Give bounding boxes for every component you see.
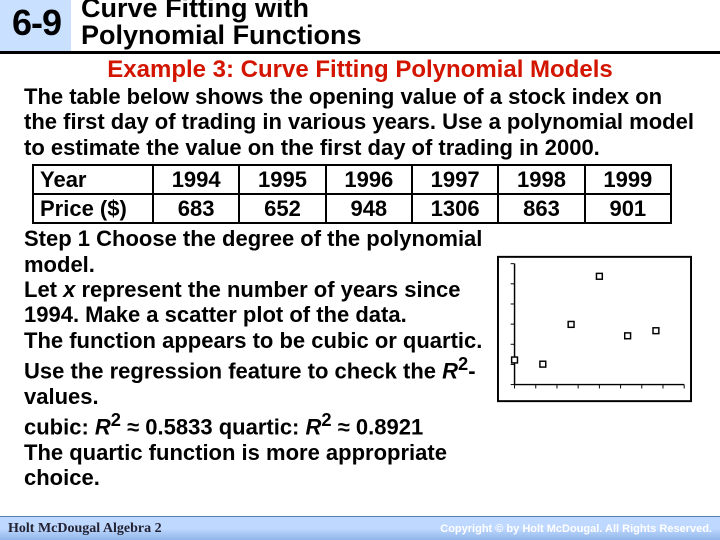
table-cell: 901 <box>585 194 671 223</box>
year-label: Year <box>33 165 153 194</box>
title-line-2: Polynomial Functions <box>81 20 362 50</box>
table-cell: 1994 <box>153 165 239 194</box>
table-cell: 652 <box>239 194 325 223</box>
scatter-plot <box>497 254 692 404</box>
example-heading: Example 3: Curve Fitting Polynomial Mode… <box>0 56 720 84</box>
footer-bar: Holt McDougal Algebra 2 Copyright © by H… <box>0 516 720 540</box>
lesson-header: 6-9 Curve Fitting with Polynomial Functi… <box>0 0 720 54</box>
table-cell: 948 <box>326 194 412 223</box>
table-cell: 1997 <box>412 165 498 194</box>
data-table: Year 1994 1995 1996 1997 1998 1999 Price… <box>32 164 672 225</box>
section-number: 6-9 <box>0 0 71 51</box>
table-cell: 1998 <box>498 165 584 194</box>
price-label: Price ($) <box>33 194 153 223</box>
table-cell: 863 <box>498 194 584 223</box>
table-row: Year 1994 1995 1996 1997 1998 1999 <box>33 165 671 194</box>
table-cell: 1306 <box>412 194 498 223</box>
table-cell: 683 <box>153 194 239 223</box>
copyright-text: Copyright © by Holt McDougal. All Rights… <box>440 523 712 535</box>
step-line: Let x represent the number of years sinc… <box>24 277 491 328</box>
intro-text: The table below shows the opening value … <box>24 84 700 160</box>
lesson-title: Curve Fitting with Polynomial Functions <box>71 0 362 51</box>
table-cell: 1996 <box>326 165 412 194</box>
step-line: cubic: R2 ≈ 0.5833 quartic: R2 ≈ 0.8921 <box>24 409 491 440</box>
table-cell: 1995 <box>239 165 325 194</box>
step-line: Use the regression feature to check the … <box>24 353 491 409</box>
publisher-text: Holt McDougal Algebra 2 <box>8 521 162 537</box>
table-row: Price ($) 683 652 948 1306 863 901 <box>33 194 671 223</box>
table-cell: 1999 <box>585 165 671 194</box>
step-line: Step 1 Choose the degree of the polynomi… <box>24 226 491 277</box>
step-line: The function appears to be cubic or quar… <box>24 328 491 353</box>
step-text: Step 1 Choose the degree of the polynomi… <box>24 226 497 490</box>
step-line: The quartic function is more appropriate… <box>24 440 491 491</box>
